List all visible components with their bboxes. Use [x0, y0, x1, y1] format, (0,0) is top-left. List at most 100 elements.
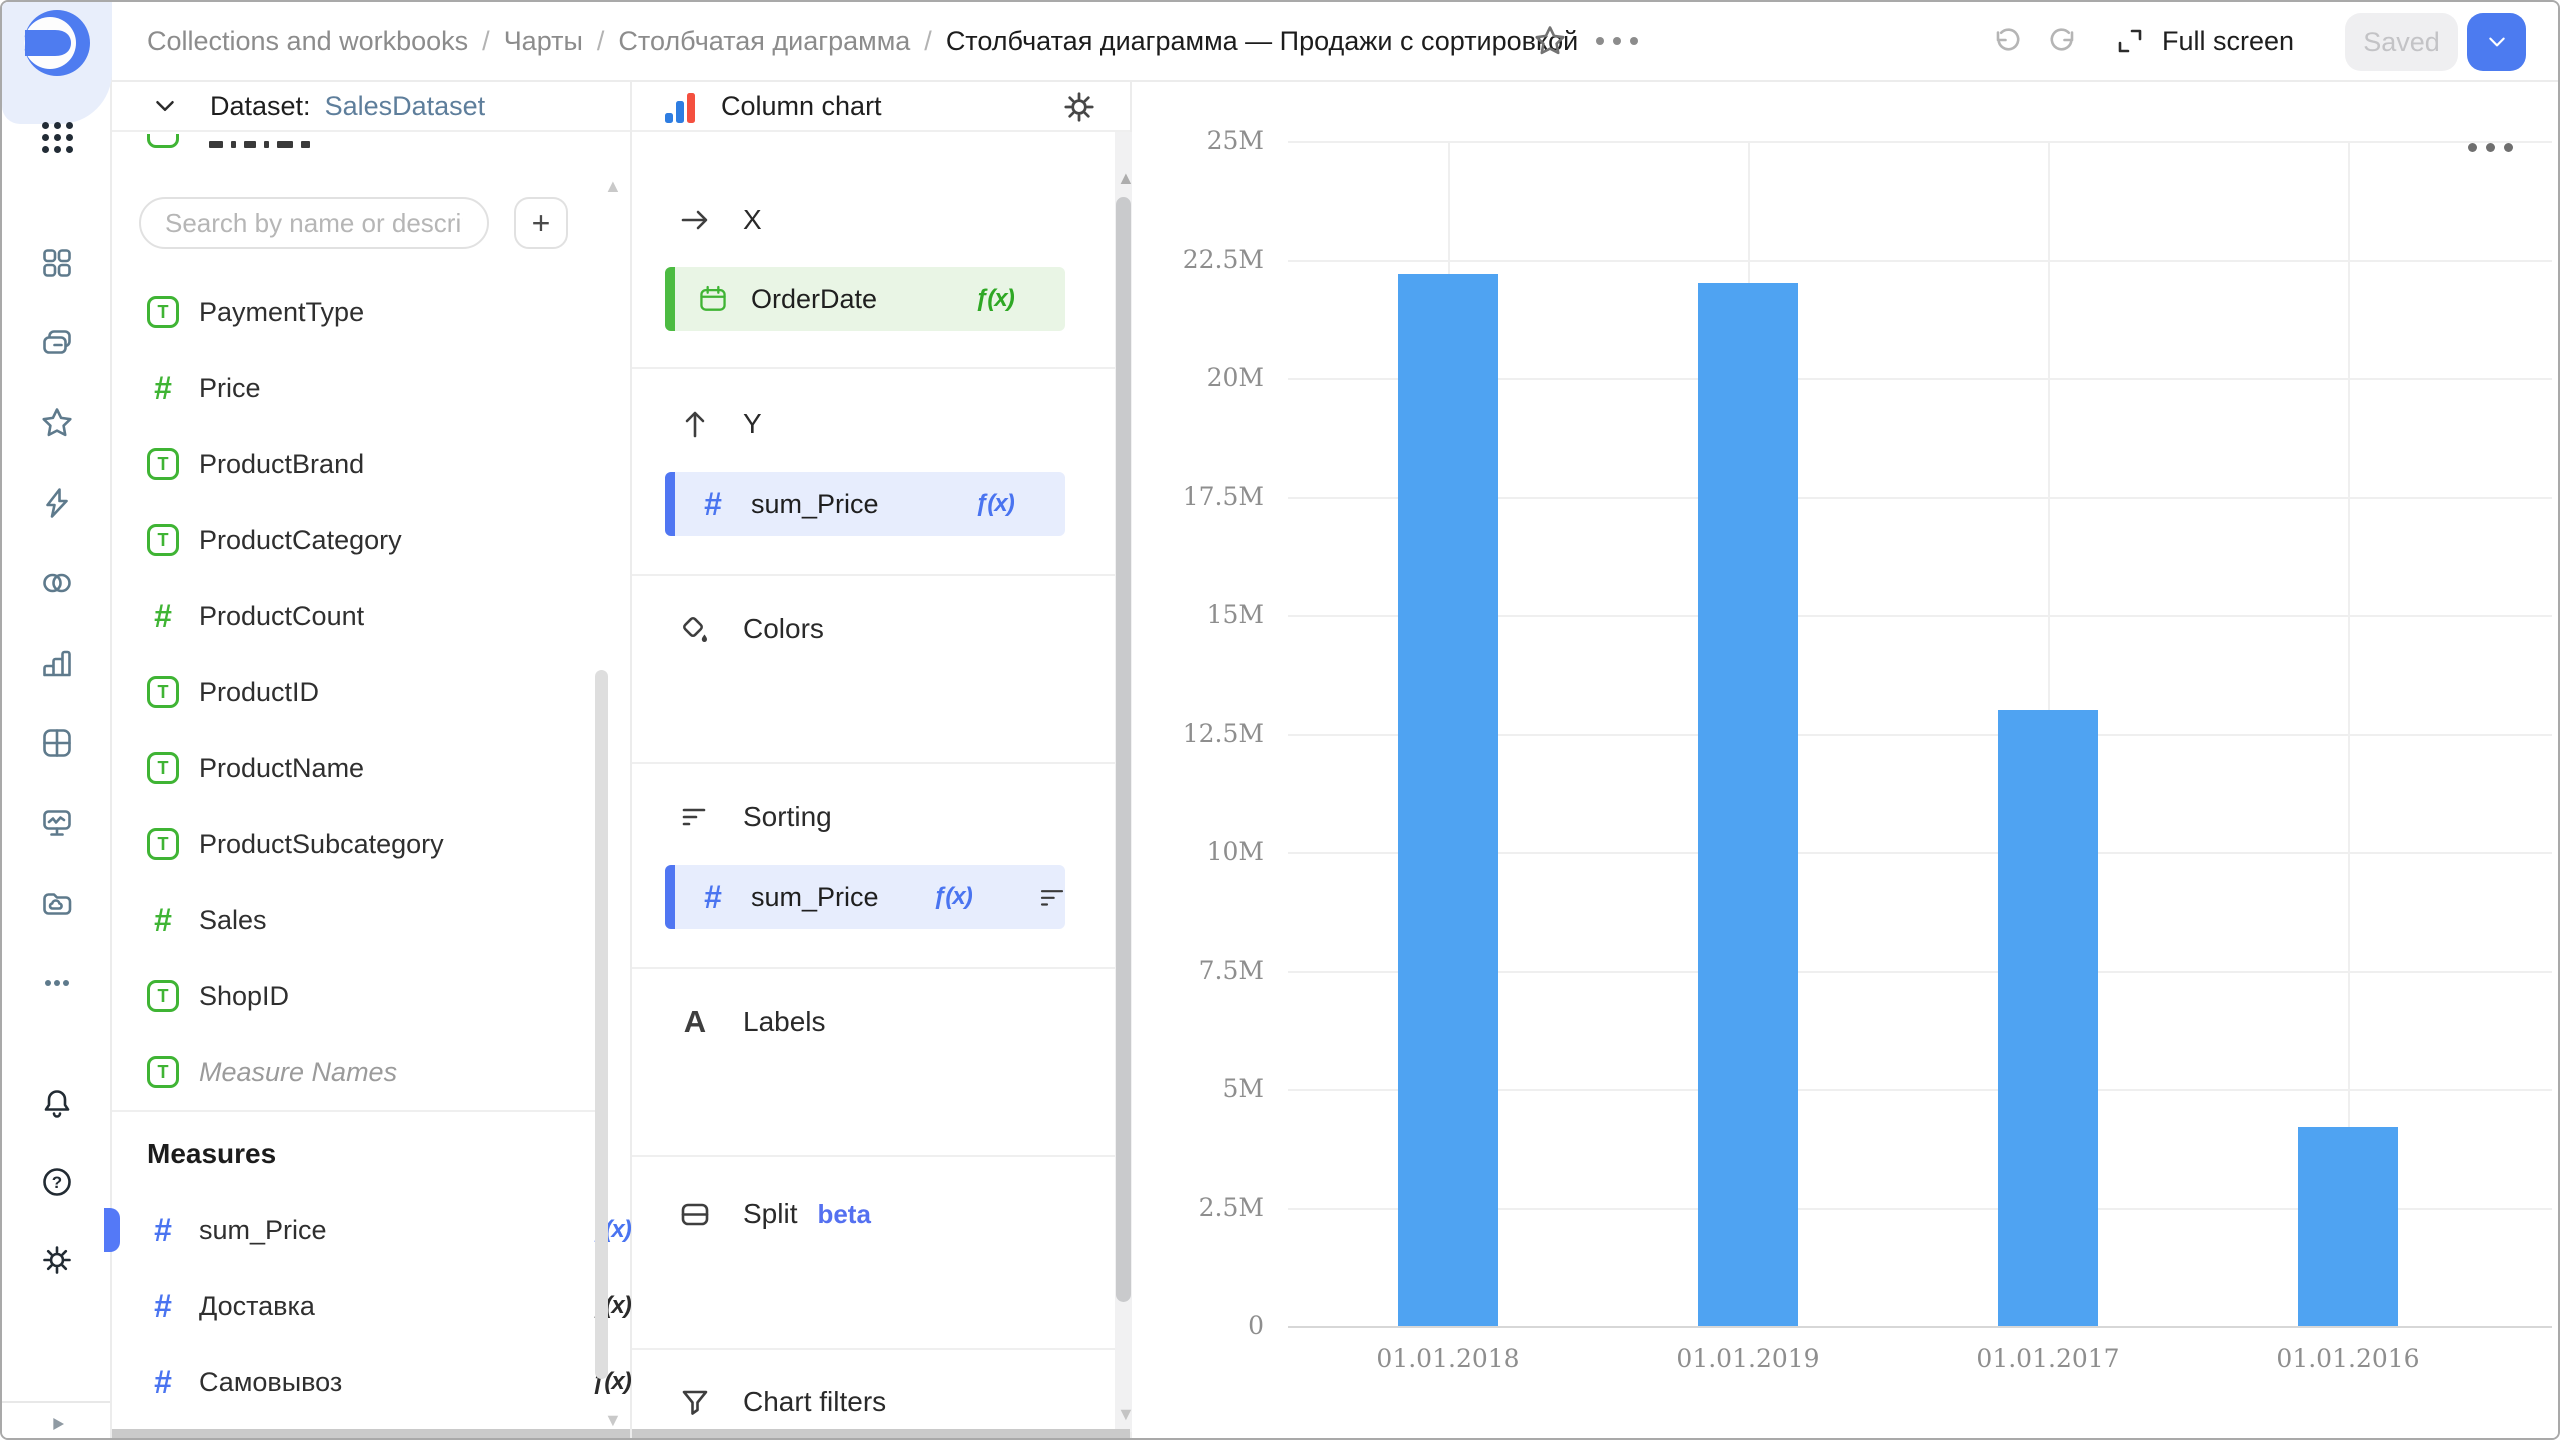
bar-01.01.2017[interactable]: [1998, 710, 2098, 1326]
datasets-circles-icon[interactable]: [39, 565, 75, 601]
dataset-field-ProductBrand[interactable]: T ProductBrand: [112, 426, 592, 502]
scroll-down-arrow-icon[interactable]: ▼: [1117, 1404, 1135, 1425]
scroll-down-arrow-icon[interactable]: ▼: [604, 1410, 622, 1431]
left-rail: ?: [2, 2, 112, 1440]
measure-list: #sum_Priceƒ(x)#Доставкаƒ(x)#Самовывозƒ(x…: [112, 1192, 592, 1420]
breadcrumb-link[interactable]: Столбчатая диаграмма: [618, 26, 910, 57]
search-input[interactable]: [139, 197, 489, 249]
save-menu-button[interactable]: [2467, 13, 2526, 71]
measures-divider: [112, 1110, 600, 1112]
more-dots-icon[interactable]: [1596, 34, 1648, 48]
favorite-star-icon[interactable]: [1532, 23, 1568, 59]
saved-button[interactable]: Saved: [2345, 13, 2458, 71]
bar-01.01.2019[interactable]: [1698, 283, 1798, 1326]
section-y: Y: [677, 404, 762, 444]
undo-icon[interactable]: [1988, 23, 2024, 59]
field-label: ProductName: [199, 753, 364, 784]
breadcrumb-link[interactable]: Чарты: [504, 26, 583, 57]
bell-icon[interactable]: [39, 1086, 75, 1122]
add-field-button[interactable]: +: [514, 197, 568, 249]
connections-bolt-icon[interactable]: [39, 485, 75, 521]
dataset-name-link[interactable]: SalesDataset: [325, 91, 486, 122]
top-bar: Collections and workbooks/Чарты/Столбчат…: [112, 2, 2558, 82]
measure-field-Самовывоз[interactable]: #Самовывозƒ(x): [112, 1344, 592, 1420]
bar-01.01.2016[interactable]: [2298, 1127, 2398, 1326]
dataset-field-Sales[interactable]: #Sales: [112, 882, 592, 958]
y-axis-tick-label: 0: [1132, 1311, 1264, 1340]
fullscreen-label[interactable]: Full screen: [2162, 2, 2294, 80]
dataset-scrollbar[interactable]: [595, 670, 608, 1379]
calendar-icon: [697, 283, 729, 315]
sorting-field-name: sum_Price: [751, 882, 879, 913]
collections-icon[interactable]: [39, 325, 75, 361]
pill-accent-bar: [665, 267, 675, 331]
y-axis-tick-label: 15M: [1132, 600, 1264, 629]
sorting-field-pill[interactable]: # sum_Price ƒ(x): [665, 865, 1065, 929]
field-label: ShopID: [199, 981, 289, 1012]
sort-direction-icon[interactable]: [1037, 882, 1067, 912]
help-icon[interactable]: ?: [39, 1164, 75, 1200]
y-axis-tick-label: 20M: [1132, 363, 1264, 392]
expand-play-icon[interactable]: [46, 1412, 70, 1436]
active-field-indicator: [104, 1208, 120, 1252]
settings-gear-icon[interactable]: [39, 1242, 75, 1278]
funnel-icon: [677, 1384, 713, 1420]
storage-folder-icon[interactable]: [39, 885, 75, 921]
x-field-pill[interactable]: OrderDate ƒ(x): [665, 267, 1065, 331]
field-label: ProductCategory: [199, 525, 402, 556]
y-field-pill[interactable]: # sum_Price ƒ(x): [665, 472, 1065, 536]
scroll-up-arrow-icon[interactable]: ▲: [1117, 168, 1135, 189]
fx-formula-icon[interactable]: ƒ(x): [975, 490, 1014, 518]
chart-settings-gear-icon[interactable]: [1060, 88, 1098, 126]
string-field-icon: T: [147, 448, 179, 480]
column-chart-icon: [665, 89, 699, 123]
clipped-field-row[interactable]: [147, 134, 447, 150]
dataset-field-ProductSubcategory[interactable]: TProductSubcategory: [112, 806, 592, 882]
datalens-logo-icon[interactable]: [23, 9, 91, 77]
dataset-field-ShopID[interactable]: TShopID: [112, 958, 592, 1034]
field-label: ProductBrand: [199, 449, 364, 480]
apps-grid-icon[interactable]: [39, 119, 75, 155]
fx-formula-icon[interactable]: ƒ(x): [933, 883, 972, 911]
save-menu-chevron-icon: [2482, 27, 2512, 57]
redo-icon[interactable]: [2046, 23, 2082, 59]
number-hash-icon: #: [147, 1366, 179, 1398]
breadcrumb: Collections and workbooks/Чарты/Столбчат…: [147, 2, 1578, 80]
breadcrumb-separator: /: [482, 26, 490, 57]
bar-01.01.2018[interactable]: [1398, 274, 1498, 1326]
labels-a-icon: A: [677, 1004, 713, 1040]
config-scrollbar-thumb[interactable]: [1116, 197, 1131, 1302]
measure-field-sum_Price[interactable]: #sum_Priceƒ(x): [112, 1192, 592, 1268]
dataset-field-ProductName[interactable]: T ProductName: [112, 730, 592, 806]
string-field-icon: T: [147, 752, 179, 784]
charts-bars-icon[interactable]: [39, 645, 75, 681]
rail-bottom: ?: [2, 1086, 112, 1278]
dataset-field-ProductCount[interactable]: #ProductCount: [112, 578, 592, 654]
favorites-star-icon[interactable]: [39, 405, 75, 441]
dataset-collapse-chevron-icon[interactable]: [148, 89, 182, 123]
svg-text:?: ?: [52, 1173, 62, 1192]
fullscreen-icon[interactable]: [2112, 23, 2148, 59]
scroll-up-arrow-icon[interactable]: ▲: [604, 176, 622, 197]
dataset-field-ProductID[interactable]: TProductID: [112, 654, 592, 730]
number-hash-icon: #: [147, 600, 179, 632]
dataset-field-PaymentType[interactable]: TPaymentType: [112, 274, 592, 350]
dataset-field-Measure Names[interactable]: TMeasure Names: [112, 1034, 592, 1110]
dashboards-icon[interactable]: [39, 245, 75, 281]
string-field-icon: T: [147, 676, 179, 708]
breadcrumb-link[interactable]: Collections and workbooks: [147, 26, 468, 57]
monitoring-icon[interactable]: [39, 805, 75, 841]
tables-icon[interactable]: [39, 725, 75, 761]
fx-formula-icon[interactable]: ƒ(x): [975, 285, 1014, 313]
number-hash-icon: #: [697, 881, 729, 913]
field-label: PaymentType: [199, 297, 364, 328]
dataset-field-ProductCategory[interactable]: TProductCategory: [112, 502, 592, 578]
dataset-field-Price[interactable]: #Price: [112, 350, 592, 426]
number-hash-icon: #: [147, 1290, 179, 1322]
y-axis-tick-label: 5M: [1132, 1074, 1264, 1103]
horizontal-scrollbar[interactable]: [112, 1429, 630, 1438]
more-ellipsis-icon[interactable]: [39, 965, 75, 1001]
y-field-name: sum_Price: [751, 489, 879, 520]
horizontal-scrollbar[interactable]: [632, 1429, 1130, 1438]
measure-field-Доставка[interactable]: #Доставкаƒ(x): [112, 1268, 592, 1344]
